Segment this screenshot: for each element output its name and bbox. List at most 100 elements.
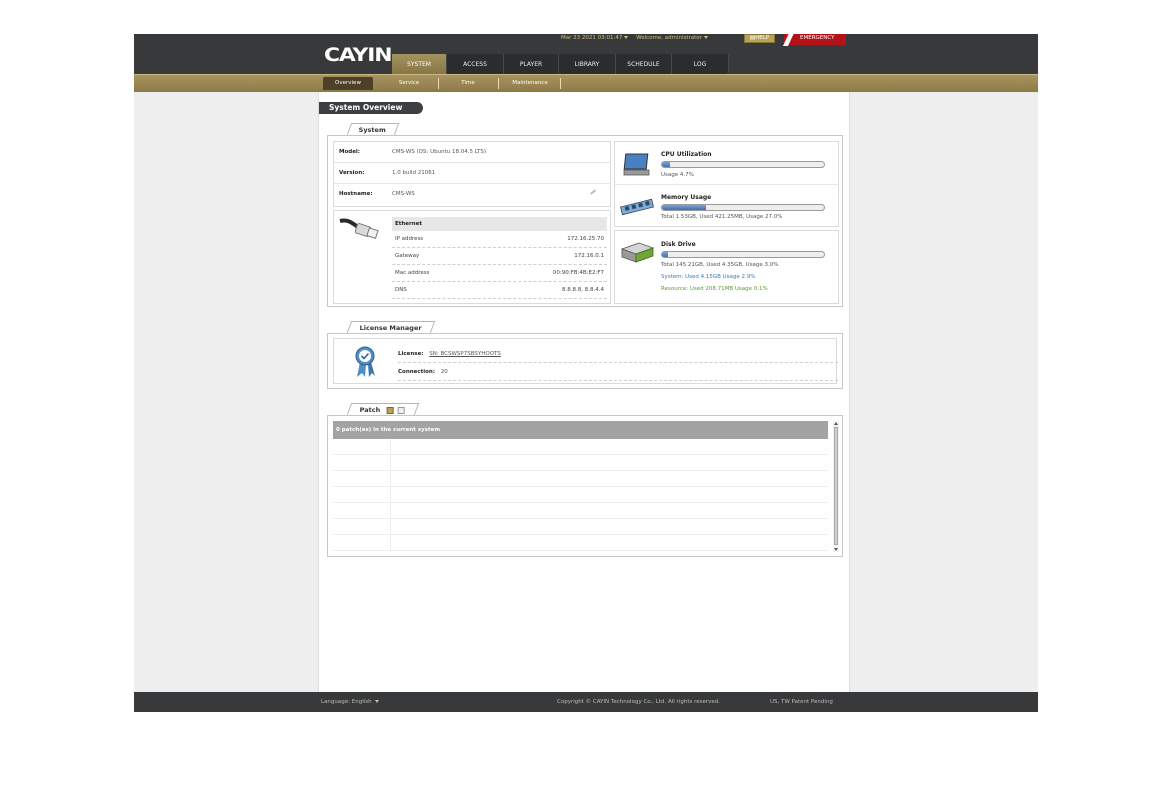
license-panel: License: SN: BCSWSP7SBSYHOOTS Connection… bbox=[327, 333, 843, 389]
gateway-value: 172.16.0.1 bbox=[574, 253, 604, 259]
dns-row: DNS 8.8.8.8, 8.8.4.4 bbox=[392, 282, 607, 299]
datetime-text: Mar 23 2021 03:01:47 bbox=[561, 35, 623, 41]
emergency-button[interactable]: EMERGENCY bbox=[782, 34, 846, 46]
dns-label: DNS bbox=[395, 287, 407, 293]
subtab-overview[interactable]: Overview bbox=[323, 77, 373, 90]
mac-value: 00:90:FB:4B:E2:F7 bbox=[552, 270, 604, 276]
disk-box: Disk Drive Total 145.21GB, Used 4.35GB, … bbox=[614, 230, 839, 304]
version-row: Version: 1.0 build 21061 bbox=[334, 163, 610, 184]
resource-box: CPU Utilization Usage 4.7% Memory Usage … bbox=[614, 141, 839, 227]
subnav-divider bbox=[438, 78, 439, 89]
language-selector[interactable]: Language: English bbox=[321, 692, 379, 712]
memory-progress-bar bbox=[661, 204, 825, 211]
license-link[interactable]: SN: BCSWSP7SBSYHOOTS bbox=[429, 351, 501, 357]
ip-row: IP address 172.16.25.70 bbox=[392, 231, 607, 248]
ram-icon bbox=[620, 198, 654, 216]
top-info-bar: Mar 23 2021 03:01:47 Welcome, administra… bbox=[561, 35, 714, 44]
patent-text: US, TW Patent Pending bbox=[770, 699, 833, 705]
patch-panel: 0 patch(es) in the current system bbox=[327, 415, 843, 557]
license-box: License: SN: BCSWSP7SBSYHOOTS Connection… bbox=[333, 338, 838, 384]
copyright-text: Copyright © CAYIN Technology Co., Ltd. A… bbox=[557, 699, 721, 705]
subtab-service[interactable]: Service bbox=[382, 77, 436, 90]
chevron-down-icon bbox=[374, 700, 379, 703]
patch-grid-header: 0 patch(es) in the current system bbox=[333, 421, 828, 439]
datetime-dropdown[interactable]: Mar 23 2021 03:01:47 bbox=[561, 35, 629, 41]
collapse-icon[interactable] bbox=[398, 406, 406, 414]
tab-library[interactable]: LIBRARY bbox=[559, 54, 616, 74]
cpu-title: CPU Utilization bbox=[661, 151, 712, 158]
ethernet-cable-icon bbox=[339, 218, 379, 239]
table-row bbox=[333, 535, 828, 551]
table-row bbox=[333, 519, 828, 535]
cpu-progress-bar bbox=[661, 161, 825, 168]
connection-value: 20 bbox=[440, 369, 448, 375]
patch-scrollbar[interactable] bbox=[833, 421, 839, 552]
memory-usage-text: Total 1.53GB, Used 421.25MB, Usage 27.0% bbox=[661, 214, 783, 220]
hostname-row: Hostname: CMS-WS bbox=[334, 184, 610, 205]
help-button[interactable]: ▤HELP bbox=[744, 34, 775, 43]
ethernet-header: Ethernet bbox=[392, 217, 607, 231]
language-label: Language: bbox=[321, 699, 350, 705]
monitor-icon bbox=[623, 153, 650, 176]
memory-title: Memory Usage bbox=[661, 194, 712, 201]
patch-section-label: Patch bbox=[360, 406, 381, 414]
tab-access[interactable]: ACCESS bbox=[447, 54, 504, 74]
welcome-text: Welcome, administrator bbox=[636, 35, 702, 41]
tab-player[interactable]: PLAYER bbox=[504, 54, 559, 74]
footer: Language: English Copyright © CAYIN Tech… bbox=[134, 692, 1038, 712]
top-header: CAYIN Mar 23 2021 03:01:47 Welcome, admi… bbox=[134, 34, 1038, 76]
hostname-label: Hostname: bbox=[339, 191, 373, 197]
badge-ribbon-icon bbox=[355, 346, 375, 377]
hard-drive-icon bbox=[620, 242, 655, 263]
language-value: English bbox=[351, 699, 372, 705]
grid-column-divider bbox=[390, 439, 391, 552]
emergency-slash-icon bbox=[782, 34, 795, 46]
tab-system[interactable]: SYSTEM bbox=[392, 54, 447, 76]
mac-row: Mac address 00:90:FB:4B:E2:F7 bbox=[392, 265, 607, 282]
disk-resource-text: Resource: Used 208.71MB Usage 0.1% bbox=[661, 286, 768, 292]
ethernet-box: Ethernet IP address 172.16.25.70 Gateway 1… bbox=[333, 210, 611, 304]
system-info-box: Model: CMS-WS (OS: Ubuntu 18.04.5 LTS) V… bbox=[333, 141, 611, 207]
disk-system-text: System: Used 4.15GB Usage 2.9% bbox=[661, 274, 756, 280]
tab-log[interactable]: LOG bbox=[672, 54, 729, 74]
pencil-icon[interactable] bbox=[590, 189, 596, 195]
model-label: Model: bbox=[339, 149, 361, 155]
sub-nav: Overview Service Time Maintenance bbox=[134, 74, 1038, 92]
table-row bbox=[333, 455, 828, 471]
license-section-tab: License Manager bbox=[346, 321, 436, 333]
disk-title: Disk Drive bbox=[661, 241, 696, 248]
subnav-divider bbox=[498, 78, 499, 89]
license-row: License: SN: BCSWSP7SBSYHOOTS bbox=[398, 345, 838, 363]
resource-divider bbox=[615, 184, 838, 185]
scroll-up-icon[interactable] bbox=[834, 422, 838, 425]
hostname-value: CMS-WS bbox=[392, 191, 415, 197]
subnav-divider bbox=[560, 78, 561, 89]
patch-section-tab: Patch bbox=[346, 403, 420, 415]
user-menu[interactable]: Welcome, administrator bbox=[636, 35, 708, 41]
ip-value: 172.16.25.70 bbox=[567, 236, 604, 242]
system-section-tab: System bbox=[346, 123, 400, 135]
upload-icon[interactable] bbox=[386, 406, 394, 414]
page-title: System Overview bbox=[319, 102, 423, 114]
table-row bbox=[333, 487, 828, 503]
memory-progress-fill bbox=[662, 205, 706, 210]
cpu-progress-fill bbox=[662, 162, 670, 167]
version-label: Version: bbox=[339, 170, 365, 176]
version-value: 1.0 build 21061 bbox=[392, 170, 436, 176]
connection-row: Connection: 20 bbox=[398, 363, 838, 381]
subtab-time[interactable]: Time bbox=[440, 77, 496, 90]
connection-label: Connection: bbox=[398, 369, 436, 375]
cpu-usage-text: Usage 4.7% bbox=[661, 172, 694, 178]
cayin-logo[interactable]: CAYIN bbox=[324, 44, 392, 66]
table-row bbox=[333, 439, 828, 455]
model-value: CMS-WS (OS: Ubuntu 18.04.5 LTS) bbox=[392, 149, 487, 155]
mac-label: Mac address bbox=[395, 270, 430, 276]
scroll-down-icon[interactable] bbox=[834, 548, 838, 551]
scroll-thumb[interactable] bbox=[834, 427, 838, 545]
model-row: Model: CMS-WS (OS: Ubuntu 18.04.5 LTS) bbox=[334, 142, 610, 163]
tab-schedule[interactable]: SCHEDULE bbox=[616, 54, 672, 74]
gateway-row: Gateway 172.16.0.1 bbox=[392, 248, 607, 265]
chevron-down-icon bbox=[624, 36, 629, 39]
ip-label: IP address bbox=[395, 236, 424, 242]
subtab-maintenance[interactable]: Maintenance bbox=[500, 77, 560, 90]
